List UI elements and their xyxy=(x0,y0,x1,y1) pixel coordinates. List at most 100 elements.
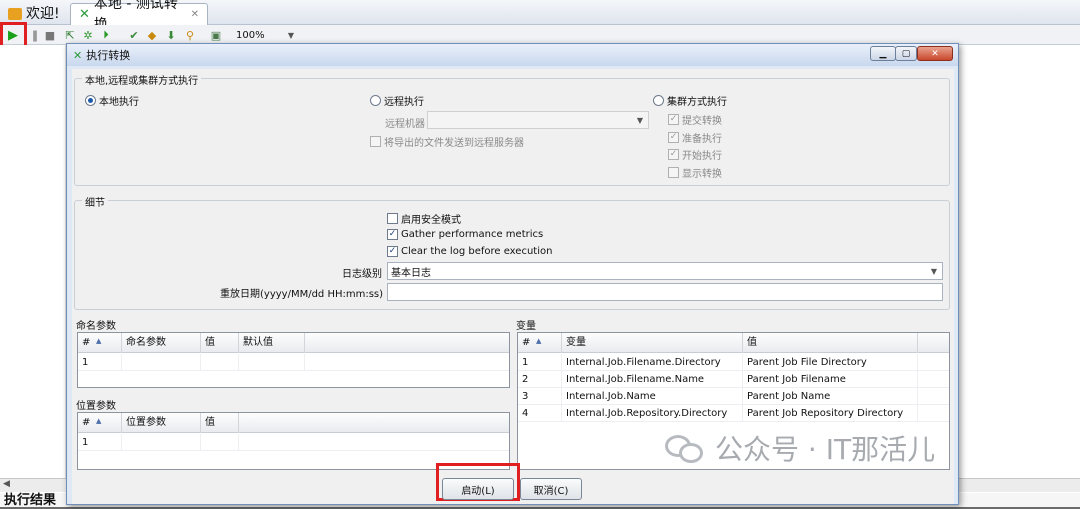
impact-icon[interactable]: ◆ xyxy=(144,27,160,43)
transformation-icon: ✕ xyxy=(73,48,83,62)
variable-value-cell[interactable]: Parent Job File Directory xyxy=(743,354,918,371)
verify-icon[interactable]: ✔ xyxy=(126,27,142,43)
preview-icon[interactable]: ⇱ xyxy=(62,27,78,43)
dialog-title: 执行转换 xyxy=(86,49,131,62)
param-default-cell[interactable] xyxy=(239,354,305,371)
replay-date-label: 重放日期(yyyy/MM/dd HH:mm:ss) xyxy=(220,289,384,300)
column-header[interactable]: 值 xyxy=(201,333,239,353)
cluster-prepare-checkbox[interactable]: ✓ xyxy=(668,132,679,143)
variable-name-cell[interactable]: Internal.Job.Name xyxy=(562,388,743,405)
cluster-start-label: 开始执行 xyxy=(682,151,722,162)
pause-icon[interactable]: ❚ xyxy=(27,27,43,43)
cluster-prepare-label: 准备执行 xyxy=(682,134,722,145)
cluster-post-option[interactable]: ✓ 提交转换 xyxy=(668,112,722,127)
positional-params-table[interactable]: # ▲ 位置参数 值 1 xyxy=(77,412,510,470)
table-row[interactable]: 1 Internal.Job.Filename.Directory Parent… xyxy=(518,354,949,371)
transformation-icon: ✕ xyxy=(79,7,90,22)
debug-icon[interactable]: ✲ xyxy=(80,27,96,43)
performance-metrics-option[interactable]: ✓ Gather performance metrics xyxy=(387,229,543,240)
column-header[interactable]: # ▲ xyxy=(518,333,562,353)
toolbar xyxy=(0,25,1080,45)
minimize-button[interactable]: ▁ xyxy=(870,46,896,61)
variable-name-cell[interactable]: Internal.Job.Repository.Directory xyxy=(562,405,743,422)
cluster-prepare-option[interactable]: ✓ 准备执行 xyxy=(668,130,722,145)
variable-name-cell[interactable]: Internal.Job.Filename.Name xyxy=(562,371,743,388)
execution-mode-group xyxy=(74,78,950,186)
cluster-start-option[interactable]: ✓ 开始执行 xyxy=(668,147,722,162)
column-header[interactable]: # ▲ xyxy=(78,333,122,353)
safe-mode-option[interactable]: 启用安全模式 xyxy=(387,211,461,226)
tab-transformation[interactable]: ✕ 本地 - 测试转换 ✕ xyxy=(70,0,208,33)
maximize-button[interactable]: ▢ xyxy=(895,46,917,61)
performance-metrics-checkbox[interactable]: ✓ xyxy=(387,229,398,240)
local-execution-option[interactable]: 本地执行 xyxy=(85,93,139,108)
run-icon[interactable]: ▶ xyxy=(5,27,21,43)
column-header-filler xyxy=(305,333,509,353)
cluster-show-option[interactable]: 显示转换 xyxy=(668,165,722,180)
close-button[interactable]: ✕ xyxy=(917,46,953,61)
log-level-select[interactable]: 基本日志 ▼ xyxy=(387,262,943,280)
param-name-cell[interactable] xyxy=(122,434,201,451)
clear-log-checkbox[interactable]: ✓ xyxy=(387,246,398,257)
sql-icon[interactable]: ⬇ xyxy=(163,27,179,43)
positional-params-title: 位置参数 xyxy=(76,401,116,412)
cluster-radio[interactable] xyxy=(653,95,664,106)
param-value-cell[interactable] xyxy=(201,434,239,451)
variable-value-cell[interactable]: Parent Job Name xyxy=(743,388,918,405)
grid-icon[interactable]: ▣ xyxy=(208,27,224,43)
column-header[interactable]: # ▲ xyxy=(78,413,122,433)
cluster-start-checkbox[interactable]: ✓ xyxy=(668,149,679,160)
variables-header: # ▲ 变量 值 xyxy=(518,333,949,353)
zoom-select[interactable]: 100% ▼ xyxy=(233,27,299,43)
cluster-post-checkbox[interactable]: ✓ xyxy=(668,114,679,125)
remote-host-label: 远程机器 xyxy=(385,119,425,130)
stop-icon[interactable]: ■ xyxy=(42,27,58,43)
minimize-icon: ▁ xyxy=(879,48,887,59)
variable-name-cell[interactable]: Internal.Job.Filename.Directory xyxy=(562,354,743,371)
table-row[interactable]: 4 Internal.Job.Repository.Directory Pare… xyxy=(518,405,949,422)
launch-button[interactable]: 启动(L) xyxy=(442,478,514,500)
column-header[interactable]: 位置参数 xyxy=(122,413,201,433)
variable-value-cell[interactable]: Parent Job Repository Directory xyxy=(743,405,918,422)
table-row[interactable]: 1 xyxy=(78,354,509,371)
cluster-show-label: 显示转换 xyxy=(682,169,722,180)
sort-icon: ▲ xyxy=(96,417,102,425)
column-header[interactable]: 默认值 xyxy=(239,333,305,353)
table-row[interactable]: 3 Internal.Job.Name Parent Job Name xyxy=(518,388,949,405)
cluster-show-checkbox[interactable] xyxy=(668,167,679,178)
cluster-execution-option[interactable]: 集群方式执行 xyxy=(653,93,727,108)
column-header[interactable]: 值 xyxy=(743,333,918,353)
replay-date-input[interactable] xyxy=(387,283,943,301)
send-files-checkbox[interactable] xyxy=(370,136,381,147)
close-icon: ✕ xyxy=(931,48,939,59)
scroll-left-icon[interactable]: ◀ xyxy=(3,479,10,489)
replay-icon[interactable]: ⏵ xyxy=(98,27,114,43)
table-row[interactable]: 1 xyxy=(78,434,509,451)
local-radio[interactable] xyxy=(85,95,96,106)
send-files-option[interactable]: 将导出的文件发送到远程服务器 xyxy=(370,134,524,149)
wechat-icon xyxy=(665,431,705,465)
safe-mode-label: 启用安全模式 xyxy=(401,215,461,226)
explore-db-icon[interactable]: ⚲ xyxy=(182,27,198,43)
column-header[interactable]: 变量 xyxy=(562,333,743,353)
cancel-button[interactable]: 取消(C) xyxy=(520,478,582,500)
param-value-cell[interactable] xyxy=(201,354,239,371)
remote-host-select[interactable]: ▼ xyxy=(427,111,649,129)
safe-mode-checkbox[interactable] xyxy=(387,213,398,224)
column-header[interactable]: 值 xyxy=(201,413,239,433)
remote-execution-option[interactable]: 远程执行 xyxy=(370,93,424,108)
named-params-table[interactable]: # ▲ 命名参数 值 默认值 1 xyxy=(77,332,510,388)
param-name-cell[interactable] xyxy=(122,354,201,371)
clear-log-label: Clear the log before execution xyxy=(401,246,553,257)
close-tab-icon[interactable]: ✕ xyxy=(191,4,199,25)
clear-log-option[interactable]: ✓ Clear the log before execution xyxy=(387,246,552,257)
remote-radio[interactable] xyxy=(370,95,381,106)
local-label: 本地执行 xyxy=(99,97,139,108)
row-number: 3 xyxy=(518,388,562,405)
column-header[interactable]: 命名参数 xyxy=(122,333,201,353)
table-row[interactable]: 2 Internal.Job.Filename.Name Parent Job … xyxy=(518,371,949,388)
row-number: 1 xyxy=(78,434,122,451)
variable-value-cell[interactable]: Parent Job Filename xyxy=(743,371,918,388)
log-level-value: 基本日志 xyxy=(391,267,431,279)
send-files-label: 将导出的文件发送到远程服务器 xyxy=(384,138,524,149)
